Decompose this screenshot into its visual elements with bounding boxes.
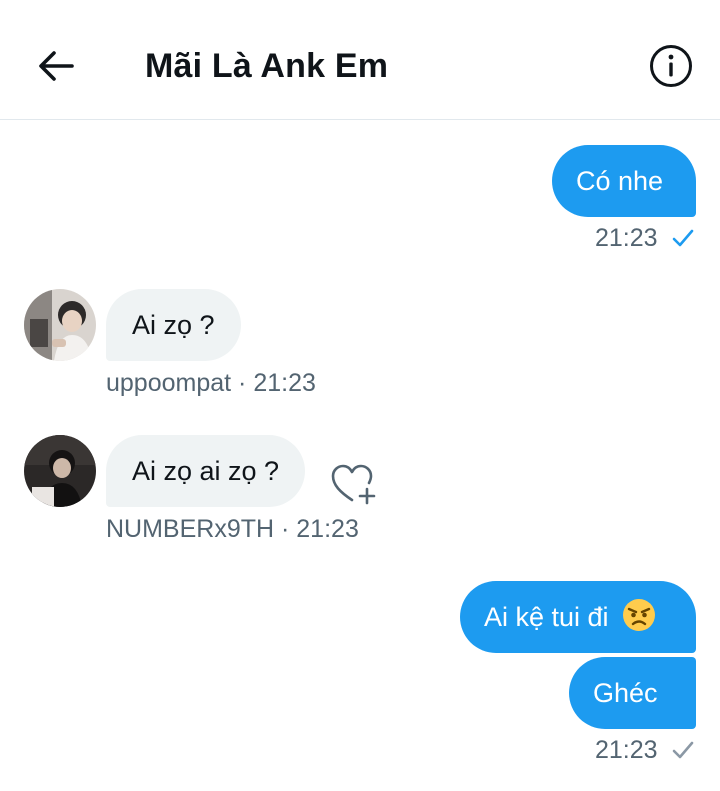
message-meta: 21:23: [595, 735, 695, 765]
add-reaction-button[interactable]: [330, 462, 378, 506]
angry-face-emoji: [623, 599, 656, 631]
sent-check-icon: [672, 741, 693, 759]
avatar-uppoompat[interactable]: [24, 289, 96, 361]
conversation-header: Mãi Là Ank Em: [0, 0, 720, 120]
message-text: Ai zọ ?: [132, 310, 215, 340]
message-bubble-outgoing[interactable]: Ghéc: [569, 657, 696, 729]
message-time: 21:23: [595, 736, 658, 764]
message-text: Ai kệ tui đi: [484, 602, 609, 632]
message-sender-meta: NUMBERx9TH · 21:23: [106, 515, 359, 543]
heart-add-icon: [331, 464, 376, 505]
arrow-left-icon: [39, 51, 74, 81]
message-bubble-outgoing[interactable]: Có nhe: [552, 145, 696, 217]
message-text: Có nhe: [576, 166, 664, 196]
seen-check-icon: [672, 229, 693, 247]
message-meta: 21:23: [595, 223, 695, 253]
message-sender-meta: uppoompat · 21:23: [106, 369, 316, 397]
conversation-title: Mãi Là Ank Em: [145, 47, 389, 85]
info-button[interactable]: [648, 43, 694, 89]
avatar-numberx9th[interactable]: [24, 435, 96, 507]
info-circle-icon: [650, 45, 692, 87]
message-time: 21:23: [595, 224, 658, 252]
message-bubble-outgoing[interactable]: Ai kệ tui đi: [460, 581, 696, 653]
back-button[interactable]: [34, 44, 78, 88]
message-bubble-incoming[interactable]: Ai zọ ?: [106, 289, 241, 361]
message-bubble-incoming[interactable]: Ai zọ ai zọ ?: [106, 435, 306, 507]
message-text: Ai zọ ai zọ ?: [132, 456, 280, 486]
message-text: Ghéc: [593, 678, 658, 708]
